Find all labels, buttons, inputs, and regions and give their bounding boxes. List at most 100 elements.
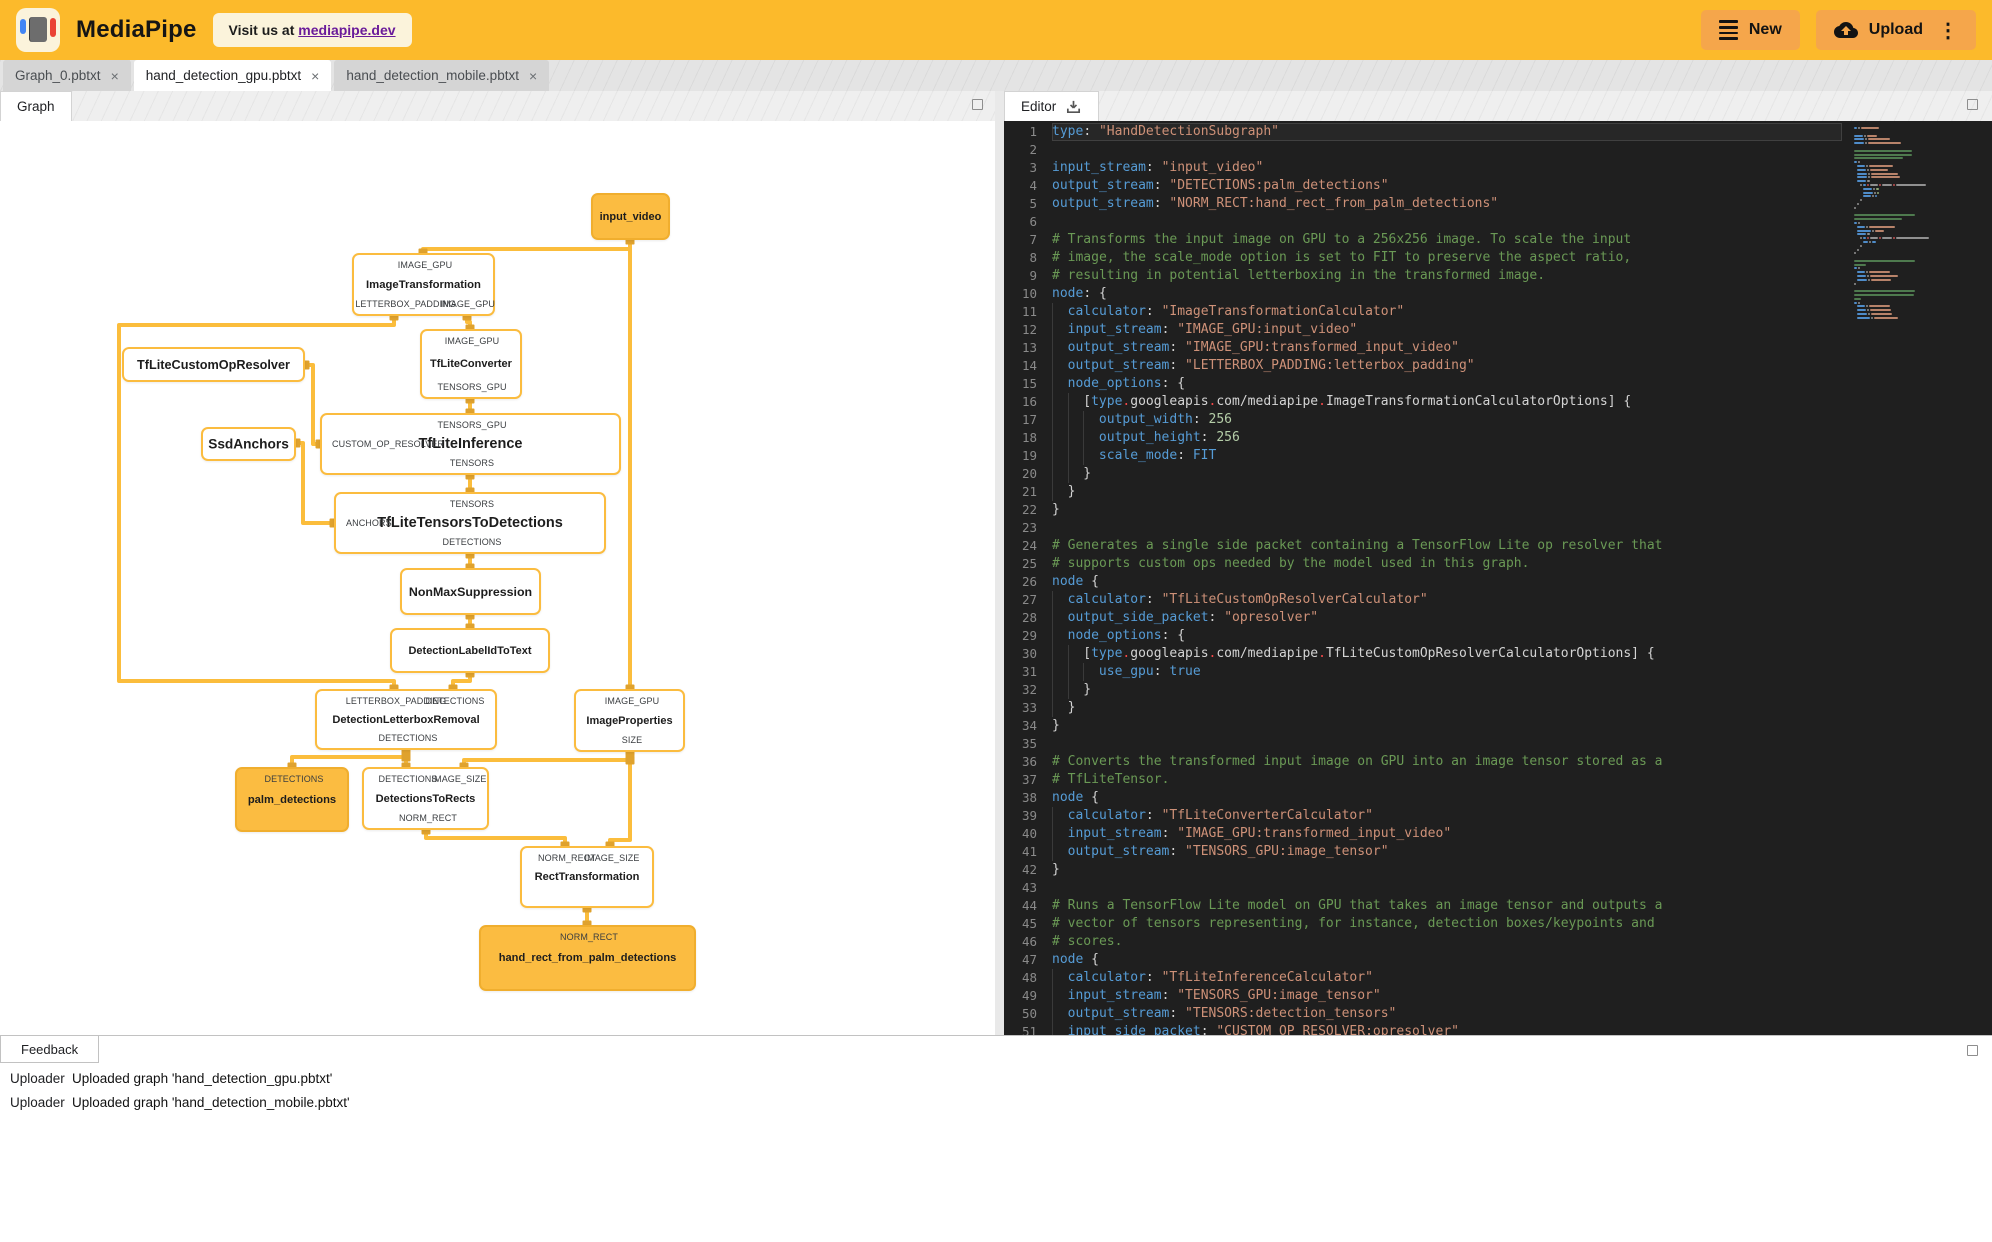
code-line-43[interactable]: 43 bbox=[1004, 879, 1992, 897]
close-tab-icon[interactable]: × bbox=[111, 69, 119, 83]
code-line-6[interactable]: 6 bbox=[1004, 213, 1992, 231]
mediapipe-dev-link[interactable]: mediapipe.dev bbox=[298, 22, 395, 38]
graph-node-DetectionsToRects[interactable]: DetectionsToRects DETECTIONS IMAGE_SIZE NOR… bbox=[362, 767, 489, 830]
code-line-44[interactable]: 44 # Runs a TensorFlow Lite model on GPU … bbox=[1004, 897, 1992, 915]
line-content: } bbox=[1052, 502, 1060, 517]
new-button[interactable]: New bbox=[1700, 10, 1800, 50]
line-number: 12 bbox=[1021, 322, 1037, 337]
code-line-24[interactable]: 24 # Generates a single side packet conta… bbox=[1004, 537, 1992, 555]
graph-node-hand_rect_from_palm_detections[interactable]: hand_rect_from_palm_detections NORM_RECT bbox=[479, 925, 696, 991]
code-line-2[interactable]: 2 bbox=[1004, 141, 1992, 159]
code-line-33[interactable]: 33} bbox=[1004, 699, 1992, 717]
port-label-IMAGE_GPU: IMAGE_GPU bbox=[604, 696, 660, 706]
code-line-12[interactable]: 12 input_stream: "IMAGE_GPU:input_video" bbox=[1004, 321, 1992, 339]
graph-node-ImageTransformation[interactable]: ImageTransformation IMAGE_GPU LETTERBOX_PA… bbox=[352, 253, 495, 316]
upload-button[interactable]: Upload ⋮ bbox=[1815, 10, 1976, 50]
code-line-36[interactable]: 36 # Converts the transformed input image… bbox=[1004, 753, 1992, 771]
graph-node-DetectionLetterboxRemoval[interactable]: DetectionLetterboxRemoval LETTERBOX_PADDI… bbox=[315, 689, 497, 750]
graph-node-input_video[interactable]: input_video bbox=[591, 193, 670, 240]
code-line-41[interactable]: 41 output_stream: "TENSORS_GPU:image_tens… bbox=[1004, 843, 1992, 861]
code-line-3[interactable]: 3 input_stream: "input_video" bbox=[1004, 159, 1992, 177]
graph-node-SsdAnchors[interactable]: SsdAnchors bbox=[201, 427, 296, 461]
graph-node-palm_detections[interactable]: palm_detections DETECTIONS bbox=[235, 767, 349, 832]
code-line-22[interactable]: 22} bbox=[1004, 501, 1992, 519]
line-content: calculator: "TfLiteConverterCalculator" bbox=[1052, 807, 1842, 825]
code-line-10[interactable]: 10 node: { bbox=[1004, 285, 1992, 303]
code-line-9[interactable]: 9 # resulting in potential letterboxing i… bbox=[1004, 267, 1992, 285]
graph-tab[interactable]: Graph bbox=[0, 91, 72, 121]
code-line-34[interactable]: 34} bbox=[1004, 717, 1992, 735]
code-line-50[interactable]: 50 output_stream: "TENSORS:detection_tens… bbox=[1004, 1005, 1992, 1023]
port-label-IMAGE_GPU: IMAGE_GPU bbox=[444, 336, 500, 346]
code-line-16[interactable]: 16 [type.googleapis.com/mediapipe.ImageTr… bbox=[1004, 393, 1992, 411]
feedback-tab[interactable]: Feedback bbox=[0, 1036, 100, 1063]
code-line-7[interactable]: 7 # Transforms the input image on GPU to … bbox=[1004, 231, 1992, 249]
line-content: # Generates a single side packet contain… bbox=[1052, 538, 1663, 553]
code-line-14[interactable]: 14 output_stream: "LETTERBOX_PADDING:lett… bbox=[1004, 357, 1992, 375]
code-line-39[interactable]: 39 calculator: "TfLiteConverterCalculator… bbox=[1004, 807, 1992, 825]
code-line-19[interactable]: 19 scale_mode: FIT bbox=[1004, 447, 1992, 465]
download-icon[interactable] bbox=[1065, 98, 1082, 115]
port-label-CUSTOM_OP_RESOLVER: CUSTOM_OP_RESOLVER bbox=[332, 439, 444, 449]
feedback-expand-panel-icon[interactable] bbox=[1967, 1045, 1978, 1056]
close-tab-icon[interactable]: × bbox=[311, 69, 319, 83]
code-line-1[interactable]: 1 type: "HandDetectionSubgraph" bbox=[1004, 123, 1992, 141]
code-line-26[interactable]: 26 node { bbox=[1004, 573, 1992, 591]
code-line-28[interactable]: 28 output_side_packet: "opresolver" bbox=[1004, 609, 1992, 627]
code-line-35[interactable]: 35 bbox=[1004, 735, 1992, 753]
more-options-icon[interactable]: ⋮ bbox=[1938, 18, 1958, 43]
close-tab-icon[interactable]: × bbox=[529, 69, 537, 83]
code-line-27[interactable]: 27 calculator: "TfLiteCustomOpResolverCal… bbox=[1004, 591, 1992, 609]
editor-tab[interactable]: Editor bbox=[1004, 91, 1100, 121]
code-line-21[interactable]: 21} bbox=[1004, 483, 1992, 501]
code-line-23[interactable]: 23 bbox=[1004, 519, 1992, 537]
line-number: 10 bbox=[1021, 286, 1037, 301]
code-line-40[interactable]: 40 input_stream: "IMAGE_GPU:transformed_i… bbox=[1004, 825, 1992, 843]
editor-expand-panel-icon[interactable] bbox=[1967, 99, 1978, 110]
line-content: output_height: 256 bbox=[1052, 429, 1842, 447]
graph-node-TfLiteCustomOpResolver[interactable]: TfLiteCustomOpResolver bbox=[122, 347, 305, 382]
graph-node-NonMaxSuppression[interactable]: NonMaxSuppression bbox=[400, 568, 541, 615]
graph-node-RectTransformation[interactable]: RectTransformation NORM_RECT IMAGE_SIZE bbox=[520, 846, 654, 908]
code-line-25[interactable]: 25 # supports custom ops needed by the mo… bbox=[1004, 555, 1992, 573]
graph-node-TfLiteInference[interactable]: TfLiteInference TENSORS_GPU TENSORS CUSTOM_… bbox=[320, 413, 621, 475]
line-content: node_options: { bbox=[1052, 375, 1842, 393]
code-line-18[interactable]: 18 output_height: 256 bbox=[1004, 429, 1992, 447]
code-line-51[interactable]: 51 input_side_packet: "CUSTOM_OP_RESOLVER… bbox=[1004, 1023, 1992, 1035]
file-tab-hand_detection_mobile.pbtxt[interactable]: hand_detection_mobile.pbtxt × bbox=[334, 60, 550, 91]
graph-canvas[interactable]: input_video ImageTransformation IMAGE_GPU L… bbox=[0, 121, 995, 1035]
code-line-13[interactable]: 13 output_stream: "IMAGE_GPU:transformed_… bbox=[1004, 339, 1992, 357]
code-line-15[interactable]: 15 node_options: { bbox=[1004, 375, 1992, 393]
code-line-46[interactable]: 46 # scores. bbox=[1004, 933, 1992, 951]
code-line-42[interactable]: 42} bbox=[1004, 861, 1992, 879]
code-line-45[interactable]: 45 # vector of tensors representing, for … bbox=[1004, 915, 1992, 933]
code-line-17[interactable]: 17 output_width: 256 bbox=[1004, 411, 1992, 429]
code-line-4[interactable]: 4 output_stream: "DETECTIONS:palm_detecti… bbox=[1004, 177, 1992, 195]
graph-node-TfLiteTensorsToDetections[interactable]: TfLiteTensorsToDetections TENSORS DETECTIO… bbox=[334, 492, 606, 554]
graph-node-TfLiteConverter[interactable]: TfLiteConverter IMAGE_GPU TENSORS_GPU bbox=[420, 329, 522, 399]
code-editor[interactable]: 1 type: "HandDetectionSubgraph" 2 3 input_st… bbox=[1004, 121, 1992, 1035]
file-tab-hand_detection_gpu.pbtxt[interactable]: hand_detection_gpu.pbtxt × bbox=[133, 60, 332, 91]
code-line-47[interactable]: 47 node { bbox=[1004, 951, 1992, 969]
code-line-38[interactable]: 38 node { bbox=[1004, 789, 1992, 807]
code-line-32[interactable]: 32} bbox=[1004, 681, 1992, 699]
editor-minimap[interactable] bbox=[1854, 127, 1950, 321]
graph-expand-panel-icon[interactable] bbox=[972, 99, 983, 110]
line-content: node_options: { bbox=[1052, 627, 1842, 645]
code-line-31[interactable]: 31 use_gpu: true bbox=[1004, 663, 1992, 681]
code-line-29[interactable]: 29 node_options: { bbox=[1004, 627, 1992, 645]
graph-node-ImageProperties[interactable]: ImageProperties IMAGE_GPU SIZE bbox=[574, 689, 685, 752]
code-line-8[interactable]: 8 # image, the scale_mode option is set t… bbox=[1004, 249, 1992, 267]
code-line-49[interactable]: 49 input_stream: "TENSORS_GPU:image_tenso… bbox=[1004, 987, 1992, 1005]
line-content bbox=[1052, 213, 1842, 231]
new-list-icon bbox=[1718, 20, 1738, 40]
file-tab-Graph_0.pbtxt[interactable]: Graph_0.pbtxt × bbox=[3, 60, 131, 91]
line-number: 25 bbox=[1021, 556, 1037, 571]
code-line-30[interactable]: 30 [type.googleapis.com/mediapipe.TfLiteC… bbox=[1004, 645, 1992, 663]
graph-node-DetectionLabelIdToText[interactable]: DetectionLabelIdToText bbox=[390, 628, 550, 673]
code-line-11[interactable]: 11 calculator: "ImageTransformationCalcul… bbox=[1004, 303, 1992, 321]
code-line-20[interactable]: 20} bbox=[1004, 465, 1992, 483]
code-line-48[interactable]: 48 calculator: "TfLiteInferenceCalculator… bbox=[1004, 969, 1992, 987]
code-line-5[interactable]: 5 output_stream: "NORM_RECT:hand_rect_fro… bbox=[1004, 195, 1992, 213]
code-line-37[interactable]: 37 # TfLiteTensor. bbox=[1004, 771, 1992, 789]
